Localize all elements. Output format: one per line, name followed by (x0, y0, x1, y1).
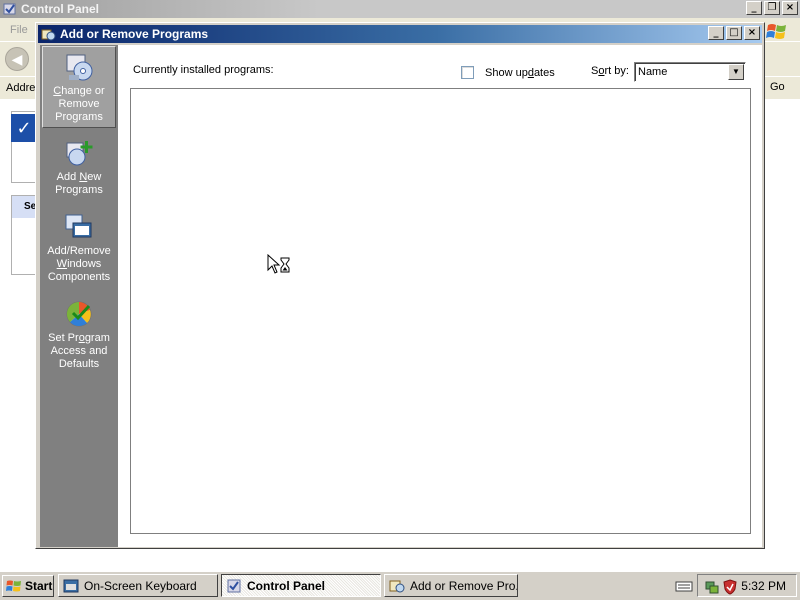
keyboard-layout-icon[interactable] (675, 579, 693, 593)
taskbar-item-label: On-Screen Keyboard (84, 578, 197, 593)
add-remove-programs-icon (41, 29, 56, 40)
arp-titlebar[interactable]: Add or Remove Programs _ □ × (38, 25, 762, 43)
windows-logo-icon (6, 580, 21, 592)
menu-file[interactable]: File (10, 24, 28, 36)
taskbar: Start On-Screen Keyboard Control Panel A… (0, 570, 800, 600)
arp-close-button[interactable]: × (744, 26, 760, 40)
add-remove-programs-window: Add or Remove Programs _ □ × Change or R… (35, 22, 765, 549)
sidebar-item-windows-components[interactable]: Add/Remove Windows Components (42, 207, 116, 288)
start-label: Start (25, 579, 53, 593)
program-access-defaults-icon (66, 301, 92, 327)
control-panel-icon (227, 579, 241, 592)
taskbar-item-control-panel[interactable]: Control Panel (221, 574, 381, 597)
sidebar-item-change-remove[interactable]: Change or Remove Programs (42, 46, 116, 128)
sidebar-item-program-access[interactable]: Set Program Access and Defaults (42, 294, 116, 375)
system-tray: 5:32 PM (697, 574, 797, 597)
checkmark-icon: ✓ (11, 114, 37, 142)
add-remove-programs-icon (389, 580, 405, 592)
arp-minimize-button[interactable]: _ (708, 26, 724, 40)
arp-client-area: Change or Remove Programs Add New Progra… (38, 44, 762, 547)
sidebar-item-label: Change or Remove Programs (53, 85, 105, 123)
show-updates-checkbox[interactable] (461, 66, 474, 79)
start-button[interactable]: Start (2, 575, 54, 597)
control-panel-titlebar[interactable]: Control Panel _ ❐ × (0, 0, 800, 18)
add-new-programs-icon (66, 141, 93, 166)
back-button[interactable]: ◀ (5, 47, 29, 71)
sort-by-value: Name (638, 66, 668, 78)
restore-button[interactable]: ❐ (764, 1, 780, 15)
sidebar-item-label: Add New Programs (55, 171, 103, 196)
show-updates-label[interactable]: Show updates (485, 67, 555, 79)
windows-flag-icon (766, 24, 786, 39)
arp-maximize-button[interactable]: □ (726, 26, 742, 40)
windows-components-icon (65, 214, 92, 238)
busy-cursor-icon (267, 254, 290, 274)
security-shield-icon[interactable] (722, 579, 738, 595)
network-icon[interactable] (704, 579, 720, 595)
sidebar-item-add-new[interactable]: Add New Programs (42, 133, 116, 201)
change-remove-programs-icon (66, 54, 93, 81)
currently-installed-label: Currently installed programs: (133, 64, 274, 76)
chevron-down-icon[interactable]: ▼ (728, 64, 744, 80)
taskbar-item-label: Add or Remove Pro... (410, 578, 518, 593)
keyboard-app-icon (63, 579, 79, 592)
arp-sidebar: Change or Remove Programs Add New Progra… (40, 45, 118, 547)
address-label: Addre (6, 82, 36, 94)
clock[interactable]: 5:32 PM (741, 579, 786, 593)
installed-programs-list[interactable] (130, 88, 751, 534)
taskbar-item-on-screen-keyboard[interactable]: On-Screen Keyboard (58, 574, 218, 597)
taskbar-item-label: Control Panel (247, 578, 326, 593)
sidebar-item-label: Set Program Access and Defaults (48, 332, 110, 370)
control-panel-title: Control Panel (21, 2, 100, 16)
minimize-button[interactable]: _ (746, 1, 762, 15)
sort-by-dropdown[interactable]: Name ▼ (634, 62, 746, 82)
sort-by-label: Sort by: (591, 65, 629, 77)
go-button[interactable]: Go (766, 80, 796, 97)
taskbar-item-add-remove-programs[interactable]: Add or Remove Pro... (384, 574, 518, 597)
close-button[interactable]: × (782, 1, 798, 15)
arp-main-panel: Currently installed programs: Show updat… (118, 45, 762, 547)
control-panel-icon (3, 3, 16, 15)
sidebar-item-label: Add/Remove Windows Components (47, 245, 111, 283)
arp-title: Add or Remove Programs (60, 27, 209, 41)
